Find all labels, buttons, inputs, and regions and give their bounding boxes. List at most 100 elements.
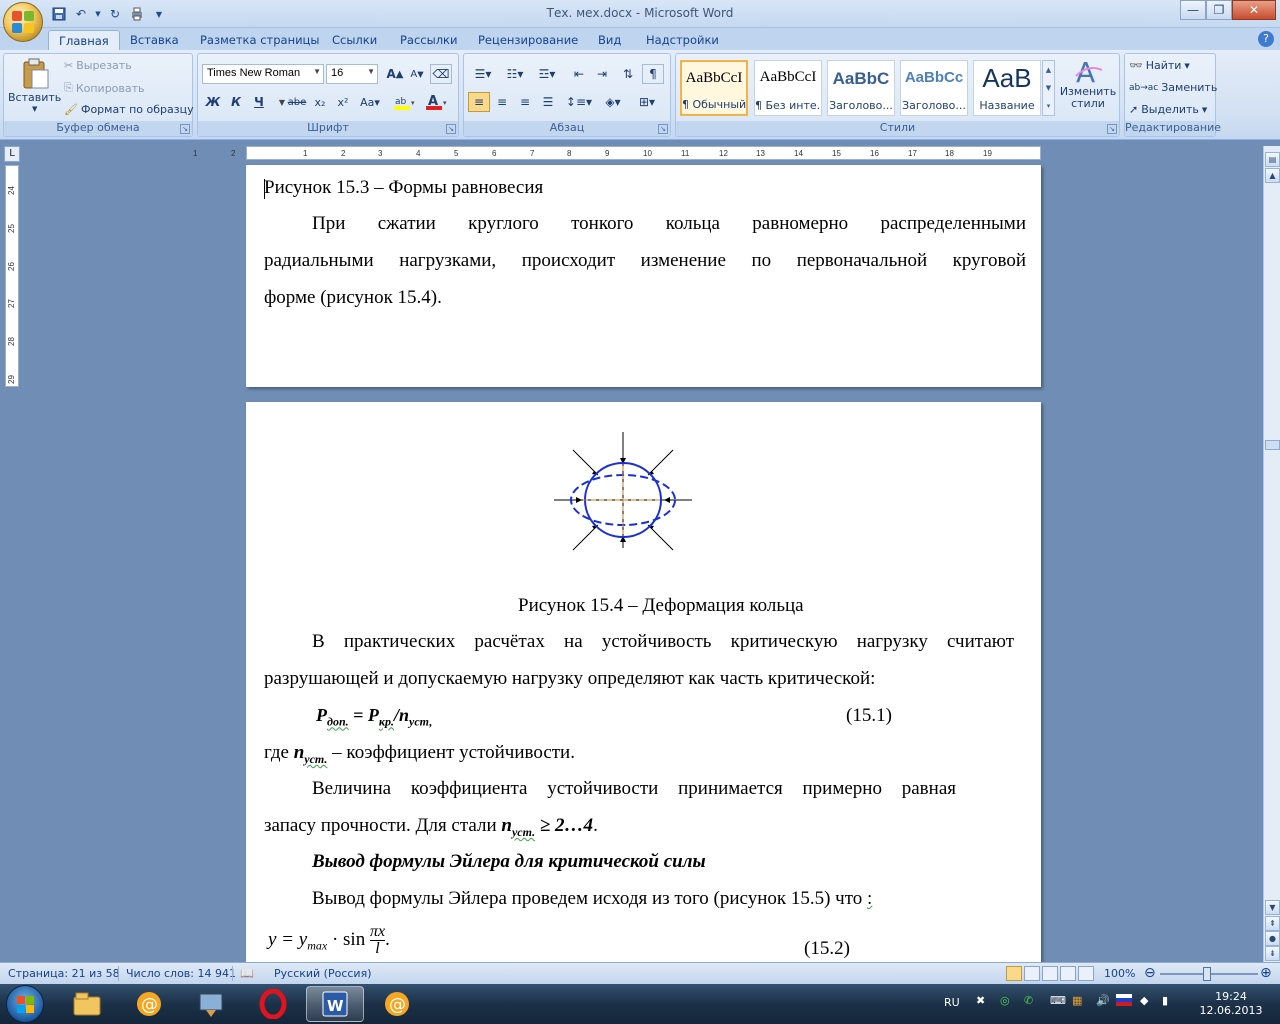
find-button[interactable]: 👓 Найти ▼ — [1129, 59, 1190, 72]
styles-launcher-icon[interactable]: ↘ — [1107, 124, 1117, 134]
select-button[interactable]: ➚ Выделить ▼ — [1129, 103, 1207, 116]
scroll-thumb[interactable] — [1265, 440, 1280, 450]
close-icon[interactable]: ✕ — [1232, 0, 1276, 20]
style-heading-1[interactable]: AaBbC Заголово... — [827, 60, 895, 116]
zoom-out-icon[interactable]: ⊖ — [1144, 965, 1156, 981]
highlight-button[interactable]: ab ▾ — [390, 92, 420, 112]
bullets-button[interactable]: ☰▾ — [468, 64, 498, 84]
shading-button[interactable]: ◈▾ — [598, 92, 628, 112]
zoom-slider-handle[interactable] — [1203, 967, 1211, 981]
clipboard-launcher-icon[interactable]: ↘ — [180, 124, 190, 134]
font-color-button[interactable]: A ▾ — [422, 92, 452, 112]
horizontal-ruler[interactable]: 1 2 1 2 3 4 5 6 7 8 9 10 11 12 13 14 15 16 17 18 19 — [193, 146, 1041, 160]
tab-mailings[interactable]: Рассылки — [390, 30, 467, 50]
change-styles-button[interactable]: A Изменить стили — [1058, 56, 1118, 110]
style-heading-2[interactable]: AaBbCc Заголово... — [900, 60, 968, 116]
tray-keyboard-icon[interactable]: ⌨ — [1050, 994, 1066, 1007]
vertical-scrollbar[interactable]: ▤ ▲ ▼ ⇞ ● ⇟ — [1263, 146, 1280, 962]
full-screen-view-icon[interactable] — [1024, 966, 1040, 981]
word-count[interactable]: Число слов: 14 941 — [126, 967, 236, 980]
change-case-button[interactable]: Aa ▾ — [356, 92, 384, 112]
show-marks-button[interactable]: ¶ — [642, 64, 664, 84]
shrink-font-button[interactable]: A ▼ — [406, 64, 428, 84]
start-button[interactable] — [6, 985, 44, 1023]
input-language[interactable]: RU — [944, 996, 960, 1009]
ruler-toggle-icon[interactable]: ▤ — [1265, 152, 1280, 167]
tab-home[interactable]: Главная — [48, 30, 120, 50]
tray-sync-icon[interactable]: ◎ — [1000, 994, 1010, 1007]
increase-indent-button[interactable]: ⇥ — [591, 64, 613, 84]
style-no-spacing[interactable]: AaBbCcI ¶ Без инте... — [754, 60, 822, 116]
vertical-ruler[interactable]: 24 25 26 27 28 29 — [5, 165, 19, 387]
tab-addins[interactable]: Надстройки — [636, 30, 729, 50]
outline-view-icon[interactable] — [1060, 966, 1076, 981]
explorer-taskbar-icon[interactable] — [58, 986, 116, 1022]
clock[interactable]: 19:24 12.06.2013 — [1196, 990, 1266, 1018]
zoom-level[interactable]: 100% — [1104, 967, 1135, 980]
tray-network-icon[interactable]: ▦ — [1072, 994, 1082, 1007]
next-page-icon[interactable]: ⇟ — [1265, 946, 1280, 961]
zoom-in-icon[interactable]: ⊕ — [1260, 965, 1272, 981]
paragraph-launcher-icon[interactable]: ↘ — [658, 124, 668, 134]
volume-icon[interactable]: 🔊 — [1096, 994, 1110, 1007]
subscript-button[interactable]: x₂ — [309, 92, 331, 112]
font-size-combo[interactable]: 16 ▼ — [326, 64, 378, 84]
style-title[interactable]: AaB Название — [973, 60, 1041, 116]
language[interactable]: Русский (Россия) — [274, 967, 372, 980]
previous-page-icon[interactable]: ⇞ — [1265, 916, 1280, 931]
styles-scroll[interactable]: ▲ ▼ ▾ — [1042, 60, 1055, 116]
draft-view-icon[interactable] — [1078, 966, 1094, 981]
tab-references[interactable]: Ссылки — [322, 30, 387, 50]
cut-button[interactable]: ✂ Вырезать — [64, 59, 132, 72]
multilevel-list-button[interactable]: ☲▾ — [532, 64, 562, 84]
tray-app-2-icon[interactable]: ◆ — [1140, 994, 1148, 1007]
grow-font-button[interactable]: A ▲ — [384, 64, 406, 84]
tray-phone-icon[interactable]: ✆ — [1024, 994, 1033, 1007]
decrease-indent-button[interactable]: ⇤ — [568, 64, 590, 84]
tab-view[interactable]: Вид — [588, 30, 631, 50]
style-normal[interactable]: AaBbCcI ¶ Обычный — [680, 60, 748, 116]
mail-agent-taskbar-icon[interactable]: @ — [120, 986, 178, 1022]
minimize-icon[interactable]: — — [1180, 0, 1206, 20]
format-painter-button[interactable]: 🖌 Формат по образцу — [64, 103, 194, 116]
web-layout-view-icon[interactable] — [1042, 966, 1058, 981]
document-page[interactable]: Рисунок 15.3 – Формы равновесия При сжат… — [246, 165, 1041, 387]
strikethrough-button[interactable]: abe — [286, 92, 308, 112]
tab-insert[interactable]: Вставка — [120, 30, 189, 50]
word-taskbar-icon[interactable]: W — [306, 986, 364, 1022]
justify-button[interactable]: ☰ — [537, 92, 559, 112]
russian-flag-icon[interactable] — [1116, 994, 1132, 1009]
office-button[interactable] — [3, 2, 43, 42]
font-name-combo[interactable]: Times New Roman ▼ — [202, 64, 324, 84]
align-center-button[interactable]: ≡ — [491, 92, 513, 112]
align-left-button[interactable]: ≡ — [468, 92, 490, 112]
copy-button[interactable]: ⎘ Копировать — [64, 81, 145, 95]
tab-review[interactable]: Рецензирование — [468, 30, 588, 50]
scroll-down-icon[interactable]: ▼ — [1265, 900, 1280, 915]
borders-button[interactable]: ⊞▾ — [632, 92, 662, 112]
align-right-button[interactable]: ≡ — [514, 92, 536, 112]
italic-button[interactable]: К — [225, 92, 247, 112]
clear-format-button[interactable]: ⌫ — [430, 64, 452, 84]
help-icon[interactable]: ? — [1258, 31, 1274, 47]
tab-selector-icon[interactable]: L — [4, 146, 20, 162]
tab-page-layout[interactable]: Разметка страницы — [190, 30, 329, 50]
restore-icon[interactable]: ❐ — [1206, 0, 1232, 20]
network-app-taskbar-icon[interactable] — [182, 986, 240, 1022]
browse-object-icon[interactable]: ● — [1265, 931, 1280, 946]
page-count[interactable]: Страница: 21 из 58 — [8, 967, 120, 980]
paste-button[interactable]: Вставить ▼ — [8, 58, 61, 113]
opera-taskbar-icon[interactable] — [244, 986, 302, 1022]
tray-app-icon[interactable]: ✖ — [976, 994, 985, 1007]
font-launcher-icon[interactable]: ↘ — [446, 124, 456, 134]
replace-button[interactable]: ab→ac Заменить — [1129, 81, 1217, 94]
spelling-status-icon[interactable]: 📖 — [240, 967, 254, 980]
battery-icon[interactable]: ▮ — [1162, 994, 1168, 1007]
sort-button[interactable]: ⇅ — [617, 64, 639, 84]
numbering-button[interactable]: ☷▾ — [500, 64, 530, 84]
line-spacing-button[interactable]: ↕≡▾ — [564, 92, 594, 112]
scroll-up-icon[interactable]: ▲ — [1265, 168, 1280, 183]
document-page[interactable]: Рисунок 15.4 – Деформация кольца В практ… — [246, 402, 1041, 962]
print-layout-view-icon[interactable] — [1006, 966, 1022, 981]
mail-agent-2-taskbar-icon[interactable]: @ — [368, 986, 426, 1022]
